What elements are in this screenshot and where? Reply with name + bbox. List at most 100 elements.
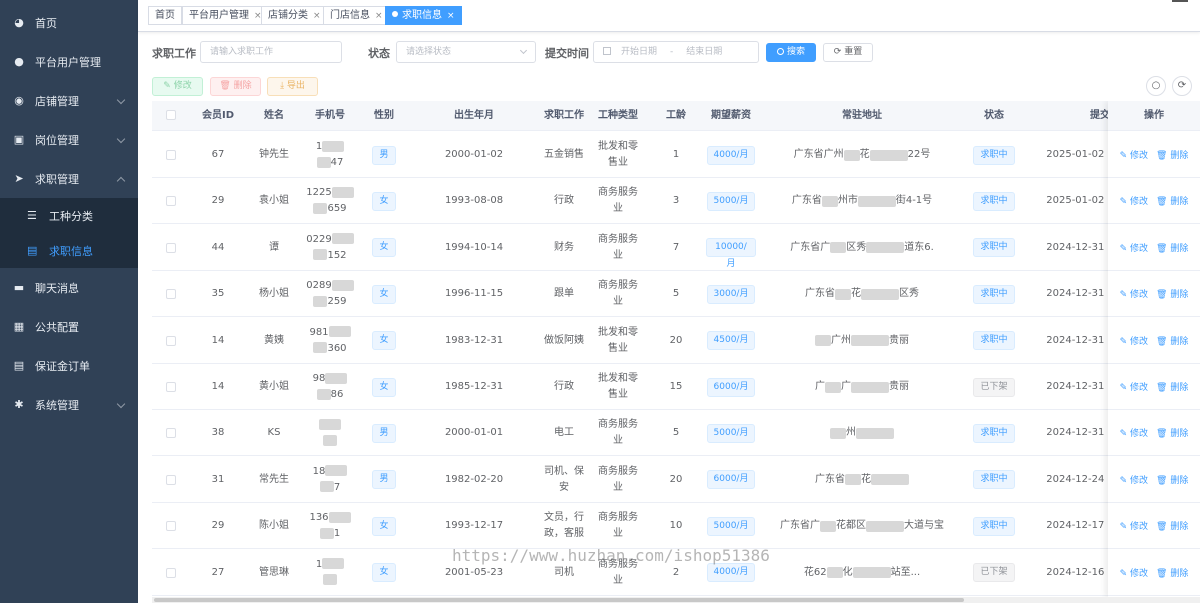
phone-line: 981 xyxy=(309,325,351,341)
redacted-block xyxy=(825,381,841,393)
horizontal-scrollbar[interactable] xyxy=(152,597,1200,603)
phone-part: 981 xyxy=(309,326,329,338)
status-select[interactable]: 请选择状态 xyxy=(396,41,536,63)
row-delete-button[interactable]: 🗑 删除 xyxy=(1156,334,1188,347)
work-years: 20 xyxy=(669,473,683,485)
row-checkbox[interactable] xyxy=(166,242,176,253)
row-edit-button[interactable]: ✎ 修改 xyxy=(1120,334,1148,347)
edit-icon: ✎ xyxy=(1119,429,1131,440)
salary-cell: 4500/月 xyxy=(706,318,756,364)
work-years: 3 xyxy=(672,195,680,207)
edit-button[interactable]: ✎ 修改 xyxy=(152,77,203,96)
row-checkbox[interactable] xyxy=(166,289,176,300)
submenu-job-info[interactable]: ▤ 求职信息 xyxy=(0,233,138,268)
search-button[interactable]: 搜索 xyxy=(766,43,816,62)
tag-home[interactable]: 首页 xyxy=(148,6,182,25)
tag-platform-users[interactable]: 平台用户管理 × xyxy=(182,6,269,25)
phone-part: 152 xyxy=(327,249,347,261)
menu-platform-users[interactable]: ● 平台用户管理 xyxy=(0,42,138,81)
redacted-block xyxy=(845,474,861,486)
tag-shop-category[interactable]: 店铺分类 × xyxy=(261,6,328,25)
work-years: 1 xyxy=(672,149,680,160)
job-search-input[interactable]: 请输入求职工作 xyxy=(200,41,342,63)
menu-post-management[interactable]: ▣ 岗位管理 xyxy=(0,120,138,159)
row-delete-button[interactable]: 🗑 删除 xyxy=(1156,473,1188,486)
menu-system-management[interactable]: ✱ 系统管理 xyxy=(0,385,138,424)
row-delete-button[interactable]: 🗑 删除 xyxy=(1156,241,1188,254)
close-icon[interactable]: × xyxy=(313,11,321,21)
redacted-block xyxy=(331,186,354,198)
export-button[interactable]: ⤓ 导出 xyxy=(267,77,318,96)
menu-deposit-orders[interactable]: ▤ 保证金订单 xyxy=(0,346,138,385)
redacted-block xyxy=(319,418,341,430)
row-edit-button[interactable]: ✎ 修改 xyxy=(1120,473,1148,486)
row-delete-label: 删除 xyxy=(1170,522,1189,533)
menu-chat-messages[interactable]: ▬ 聊天消息 xyxy=(0,268,138,307)
row-delete-button[interactable]: 🗑 删除 xyxy=(1156,519,1188,532)
row-delete-button[interactable]: 🗑 删除 xyxy=(1156,426,1188,439)
work-years: 2 xyxy=(672,566,680,578)
row-delete-button[interactable]: 🗑 删除 xyxy=(1156,566,1188,579)
row-checkbox[interactable] xyxy=(166,150,176,160)
trash-icon: 🗑 xyxy=(1156,197,1171,208)
row-checkbox[interactable] xyxy=(166,521,176,532)
trash-icon: 🗑 xyxy=(1156,568,1171,579)
scrollbar-thumb[interactable] xyxy=(154,598,964,602)
row-checkbox[interactable] xyxy=(166,382,176,392)
row-checkbox[interactable] xyxy=(166,428,176,439)
row-edit-button[interactable]: ✎ 修改 xyxy=(1120,519,1148,532)
menu-home[interactable]: ◕ 首页 xyxy=(0,3,138,42)
birth-date: 1983-12-31 xyxy=(444,334,504,346)
row-edit-button[interactable]: ✎ 修改 xyxy=(1120,194,1148,207)
tag-label: 首页 xyxy=(155,10,175,21)
menu-public-config[interactable]: ▦ 公共配置 xyxy=(0,307,138,346)
gender-tag: 男 xyxy=(372,470,396,490)
close-icon[interactable]: × xyxy=(375,11,383,21)
redacted-block xyxy=(322,140,345,152)
edit-icon: ✎ xyxy=(1119,151,1131,161)
select-all-cell[interactable] xyxy=(152,101,190,131)
row-checkbox[interactable] xyxy=(166,474,176,485)
toggle-search-button[interactable]: ○ xyxy=(1146,76,1166,96)
row-edit-button[interactable]: ✎ 修改 xyxy=(1120,287,1148,300)
edit-icon: ✎ xyxy=(163,81,174,91)
row-delete-button[interactable]: 🗑 删除 xyxy=(1156,287,1188,300)
select-all-checkbox[interactable] xyxy=(166,110,176,120)
menu-job-management[interactable]: ➤ 求职管理 xyxy=(0,159,138,198)
redacted-block xyxy=(316,156,331,168)
row-edit-button[interactable]: ✎ 修改 xyxy=(1120,566,1148,579)
row-edit-button[interactable]: ✎ 修改 xyxy=(1120,380,1148,393)
row-checkbox[interactable] xyxy=(166,196,176,207)
birth-cell: 1994-10-14 xyxy=(410,225,538,271)
gender-tag: 女 xyxy=(372,516,396,536)
tag-store-info[interactable]: 门店信息 × xyxy=(323,6,390,25)
row-delete-button[interactable]: 🗑 删除 xyxy=(1156,148,1188,161)
row-delete-button[interactable]: 🗑 删除 xyxy=(1156,194,1188,207)
reset-button[interactable]: ⟳ 重置 xyxy=(823,43,873,62)
row-checkbox[interactable] xyxy=(166,567,176,578)
tag-job-info[interactable]: 求职信息 × xyxy=(385,6,462,25)
close-icon[interactable]: × xyxy=(447,11,455,21)
row-edit-button[interactable]: ✎ 修改 xyxy=(1120,148,1148,161)
refresh-button[interactable]: ⟳ xyxy=(1172,76,1192,96)
row-edit-button[interactable]: ✎ 修改 xyxy=(1120,426,1148,439)
row-edit-label: 修改 xyxy=(1130,151,1149,161)
address-part: 街4-1号 xyxy=(895,195,933,207)
submenu-job-category[interactable]: ☰ 工种分类 xyxy=(0,198,138,233)
date-range-picker[interactable]: 开始日期 - 结束日期 xyxy=(593,41,759,63)
delete-button[interactable]: 🗑 删除 xyxy=(210,77,261,96)
gender-cell: 男 xyxy=(358,132,410,178)
birth-date: 1993-08-08 xyxy=(444,195,504,207)
member-id: 29 xyxy=(211,195,225,207)
birth-cell: 1983-12-31 xyxy=(410,318,538,364)
row-checkbox[interactable] xyxy=(166,335,176,346)
menu-shop-management[interactable]: ◉ 店铺管理 xyxy=(0,81,138,120)
member-name: KS xyxy=(267,427,281,439)
gender-cell: 男 xyxy=(358,457,410,503)
row-actions: ✎ 修改 🗑 删除 xyxy=(1108,503,1200,550)
address-part: 花62 xyxy=(803,566,827,578)
row-edit-button[interactable]: ✎ 修改 xyxy=(1120,241,1148,254)
job-type-cell: 批发和零售业 xyxy=(590,132,646,178)
row-delete-button[interactable]: 🗑 删除 xyxy=(1156,380,1188,393)
member-id: 44 xyxy=(211,241,225,253)
